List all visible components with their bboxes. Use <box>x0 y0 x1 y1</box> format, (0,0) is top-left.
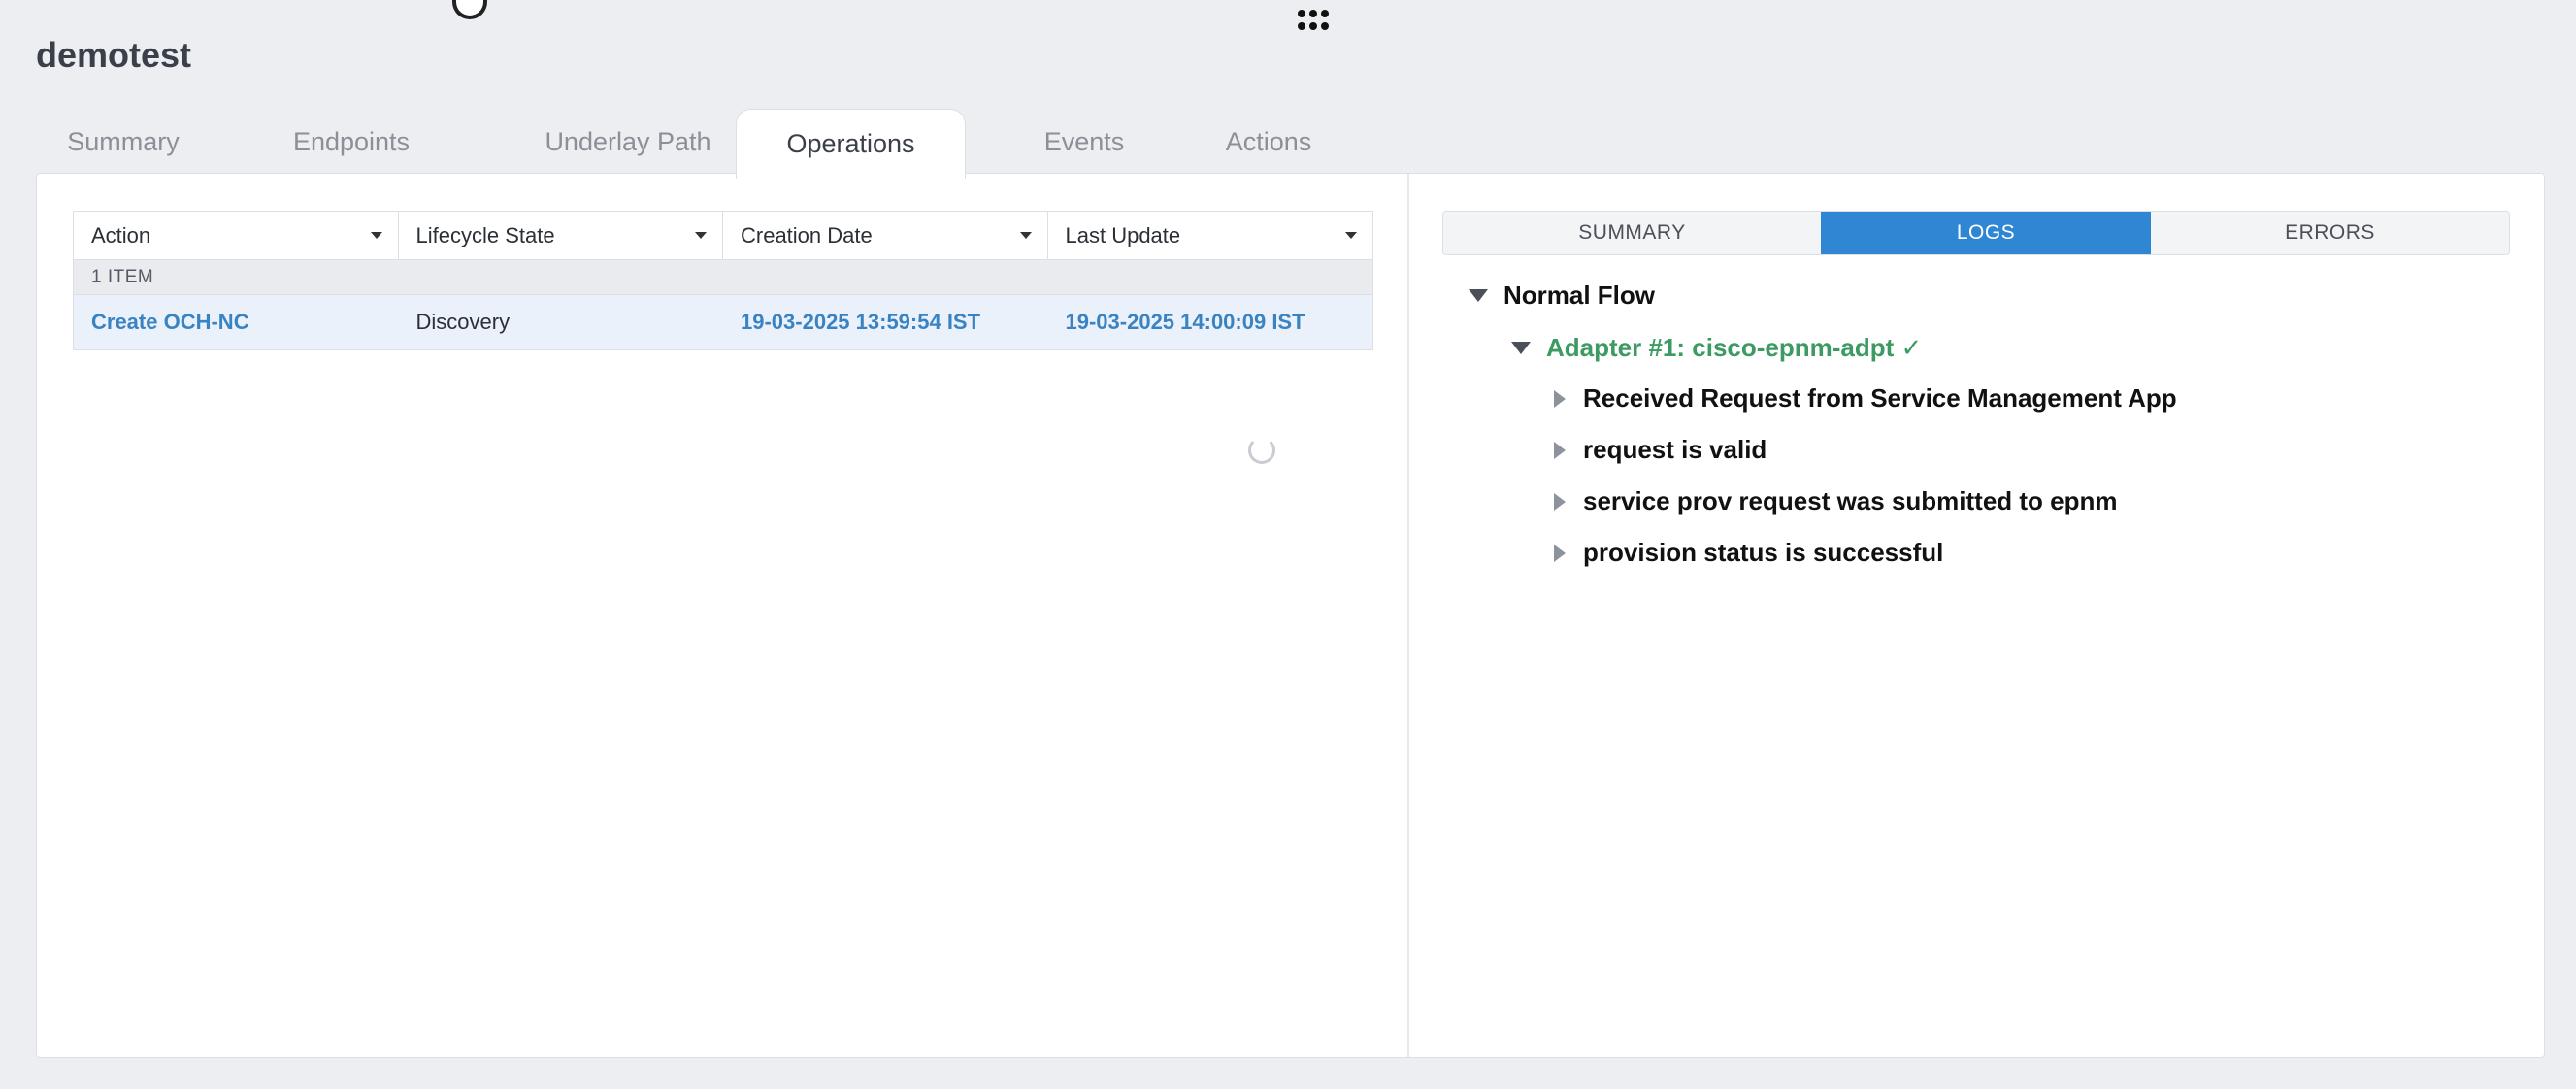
tab-underlay-path[interactable]: Underlay Path <box>502 107 754 177</box>
lifecycle-state-cell: Discovery <box>415 310 511 334</box>
panel-divider <box>1407 174 1409 1057</box>
detail-tab-errors[interactable]: ERRORS <box>2151 212 2509 254</box>
tree-node-step[interactable]: provision status is successful <box>1554 538 1943 568</box>
tab-summary[interactable]: Summary <box>50 107 196 177</box>
tree-node-label: provision status is successful <box>1583 538 1944 567</box>
tab-endpoints[interactable]: Endpoints <box>269 107 434 177</box>
hand-cursor-icon <box>452 0 487 19</box>
column-header-action[interactable]: Action <box>74 212 399 260</box>
page-title: demotest <box>36 35 192 75</box>
tree-node-label: request is valid <box>1583 435 1767 464</box>
expand-triangle-icon[interactable] <box>1554 544 1566 562</box>
tree-node-step[interactable]: Received Request from Service Management… <box>1554 383 2177 413</box>
table-row[interactable]: Create OCH-NC Discovery 19-03-2025 13:59… <box>74 295 1372 349</box>
tab-events[interactable]: Events <box>1007 107 1162 177</box>
item-count: 1 ITEM <box>74 260 1372 295</box>
column-label: Lifecycle State <box>415 223 555 248</box>
tree-node-label: service prov request was submitted to ep… <box>1583 486 2118 515</box>
tree-node-adapter[interactable]: Adapter #1: cisco-epnm-adpt ✓ <box>1511 333 1922 363</box>
action-link[interactable]: Create OCH-NC <box>74 295 399 349</box>
tab-bar: Summary Endpoints Underlay Path Operatio… <box>36 107 1311 179</box>
tree-node-label: Received Request from Service Management… <box>1583 383 2177 412</box>
tree-node-normal-flow[interactable]: Normal Flow <box>1469 280 1655 311</box>
tab-actions[interactable]: Actions <box>1191 107 1346 177</box>
column-label: Creation Date <box>741 223 873 248</box>
sort-caret-icon[interactable] <box>1019 232 1032 239</box>
column-header-creation-date[interactable]: Creation Date <box>723 212 1048 260</box>
creation-date-cell: 19-03-2025 13:59:54 IST <box>741 310 981 334</box>
table-header: Action Lifecycle State Creation Date Las… <box>74 212 1372 260</box>
column-header-last-update[interactable]: Last Update <box>1048 212 1373 260</box>
tree-node-label: Adapter #1: cisco-epnm-adpt ✓ <box>1546 333 1923 362</box>
last-update-cell: 19-03-2025 14:00:09 IST <box>1065 310 1305 334</box>
tree-node-step[interactable]: request is valid <box>1554 435 1767 465</box>
expand-triangle-icon[interactable] <box>1554 389 1566 408</box>
sort-caret-icon[interactable] <box>1345 232 1357 239</box>
detail-tab-summary[interactable]: SUMMARY <box>1443 212 1821 254</box>
tree-node-step[interactable]: service prov request was submitted to ep… <box>1554 486 2118 516</box>
operations-panel: Action Lifecycle State Creation Date Las… <box>36 173 2545 1058</box>
collapse-triangle-icon[interactable] <box>1511 342 1531 354</box>
operations-table: Action Lifecycle State Creation Date Las… <box>73 211 1373 350</box>
loading-spinner-icon <box>1248 437 1275 464</box>
expand-triangle-icon[interactable] <box>1554 441 1566 459</box>
app-grid-icon[interactable] <box>1298 10 1329 31</box>
sort-caret-icon[interactable] <box>695 232 707 239</box>
expand-triangle-icon[interactable] <box>1554 492 1566 511</box>
column-label: Action <box>91 223 151 248</box>
column-header-lifecycle-state[interactable]: Lifecycle State <box>399 212 723 260</box>
tab-operations[interactable]: Operations <box>736 109 966 179</box>
column-label: Last Update <box>1065 223 1181 248</box>
sort-caret-icon[interactable] <box>370 232 382 239</box>
collapse-triangle-icon[interactable] <box>1469 289 1488 302</box>
tree-node-label: Normal Flow <box>1503 280 1656 310</box>
detail-tab-logs[interactable]: LOGS <box>1821 212 2151 254</box>
detail-tabs: SUMMARY LOGS ERRORS <box>1442 211 2510 255</box>
